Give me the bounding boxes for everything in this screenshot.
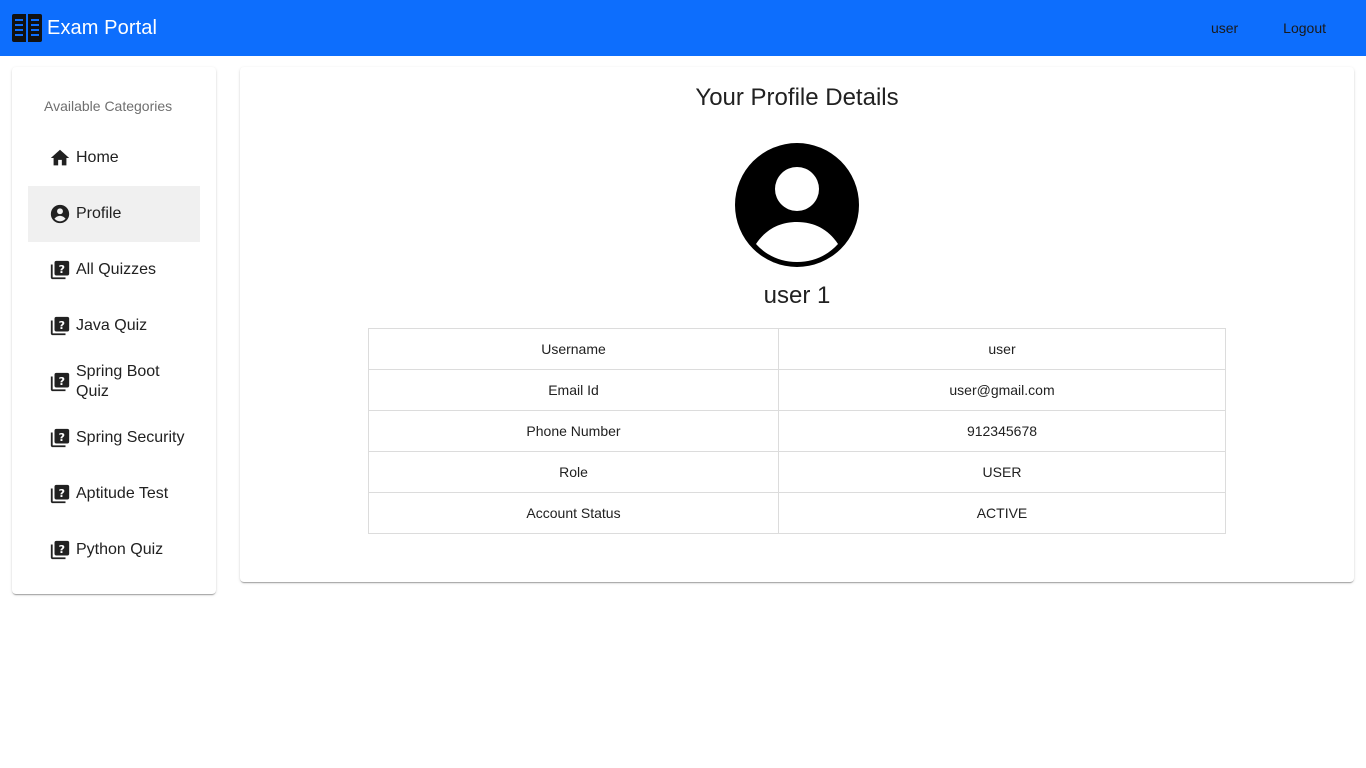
sidebar-item-label: All Quizzes [76,261,157,278]
book-icon [12,14,42,42]
table-row: Phone Number 912345678 [368,410,1226,452]
row-value: ACTIVE [778,492,1226,534]
profile-card: Your Profile Details user 1 Username use… [240,67,1354,582]
sidebar-item-label: Profile [76,205,122,222]
svg-text:?: ? [59,543,65,556]
svg-text:?: ? [59,263,65,276]
sidebar-item-label: Spring Boot Quiz [76,363,160,400]
row-value: user@gmail.com [778,369,1226,411]
svg-text:?: ? [59,487,65,500]
sidebar-item-python-quiz[interactable]: ? Python Quiz [28,522,200,578]
user-button[interactable]: user [1195,12,1254,44]
row-key: Phone Number [368,410,779,452]
account-circle-icon [735,143,859,267]
sidebar-item-profile[interactable]: Profile [28,186,200,242]
sidebar-item-all-quizzes[interactable]: ? All Quizzes [28,242,200,298]
sidebar-item-label: Aptitude Test [76,485,169,502]
header-actions: user Logout [1195,0,1366,56]
sidebar-item-label: Python Quiz [76,541,164,558]
sidebar-heading: Available Categories [44,98,173,114]
sidebar-item-label: Home [76,149,119,166]
sidebar-item-java-quiz[interactable]: ? Java Quiz [28,298,200,354]
sidebar-item-spring-security[interactable]: ? Spring Security [28,410,200,466]
logout-button[interactable]: Logout [1267,12,1342,44]
row-value: user [778,328,1226,370]
sidebar-item-aptitude-test[interactable]: ? Aptitude Test [28,466,200,522]
row-key: Username [368,328,779,370]
quiz-icon: ? [50,260,70,280]
svg-text:?: ? [59,319,65,332]
quiz-icon: ? [50,428,70,448]
table-row: Username user [368,328,1226,370]
table-row: Account Status ACTIVE [368,492,1226,534]
svg-text:?: ? [59,431,65,444]
top-app-bar: Exam Portal user Logout [0,0,1366,56]
row-key: Account Status [368,492,779,534]
quiz-icon: ? [50,540,70,560]
quiz-icon: ? [50,316,70,336]
svg-text:?: ? [59,375,65,388]
profile-name: user 1 [763,282,831,309]
table-row: Email Id user@gmail.com [368,369,1226,411]
app-title: Exam Portal [47,16,158,39]
sidebar-item-spring-boot-quiz[interactable]: ? Spring Boot Quiz [28,354,200,410]
quiz-icon: ? [50,372,70,392]
sidebar: Available Categories Home Profile ? All … [12,67,216,594]
page-title: Your Profile Details [695,84,899,111]
sidebar-item-label: Java Quiz [76,317,148,334]
account-circle-icon [50,204,70,224]
home-icon [50,149,70,166]
quiz-icon: ? [50,484,70,504]
brand[interactable]: Exam Portal [11,12,157,44]
row-value: 912345678 [778,410,1226,452]
profile-details-table: Username user Email Id user@gmail.com Ph… [368,328,1226,534]
row-key: Role [368,451,779,493]
table-row: Role USER [368,451,1226,493]
row-value: USER [778,451,1226,493]
sidebar-item-home[interactable]: Home [28,130,200,186]
sidebar-item-label: Spring Security [76,429,185,446]
row-key: Email Id [368,369,779,411]
